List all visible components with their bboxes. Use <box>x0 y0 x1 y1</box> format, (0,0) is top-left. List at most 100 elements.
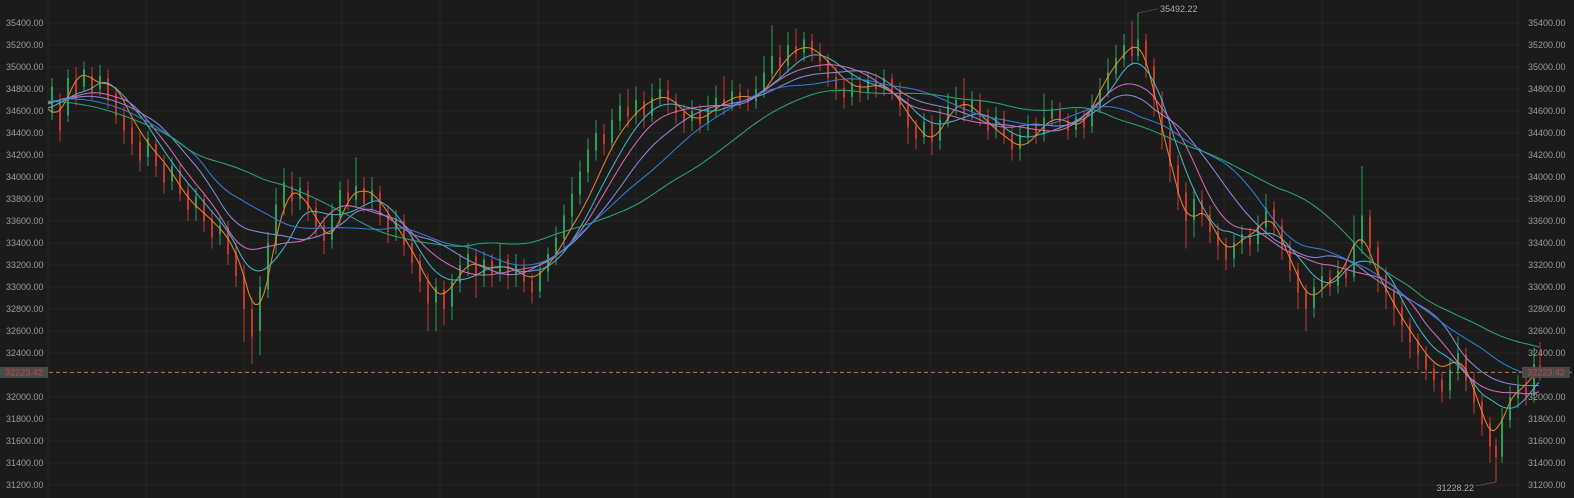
candle-body <box>1345 271 1347 279</box>
candle-body <box>1297 269 1299 293</box>
y-tick-label-left: 34600.00 <box>6 106 44 116</box>
candle-body <box>1027 124 1029 137</box>
y-tick-label-left: 35200.00 <box>6 40 44 50</box>
y-tick-label-right: 31400.00 <box>1528 458 1566 468</box>
high-price-label: 35492.22 <box>1160 4 1198 14</box>
candle-body <box>1409 324 1411 342</box>
y-tick-label-right: 33200.00 <box>1528 260 1566 270</box>
y-tick-label-left: 34200.00 <box>6 150 44 160</box>
y-tick-label-left: 35000.00 <box>6 62 44 72</box>
y-tick-label-right: 35000.00 <box>1528 62 1566 72</box>
candle-body <box>139 141 141 161</box>
y-tick-label-right: 32400.00 <box>1528 348 1566 358</box>
y-tick-label-left: 34000.00 <box>6 172 44 182</box>
low-marker: 31228.22 <box>1436 481 1497 493</box>
candle-body <box>643 101 645 117</box>
y-tick-label-right: 31200.00 <box>1528 480 1566 490</box>
candle-body <box>1369 216 1371 249</box>
candle-body <box>915 126 917 139</box>
candle-body <box>59 100 61 131</box>
candle-body <box>619 105 621 121</box>
candle-body <box>779 57 781 67</box>
right-price-tag: 32223.42 <box>1522 366 1570 378</box>
y-tick-label-right: 34600.00 <box>1528 106 1566 116</box>
candle-body <box>843 87 845 98</box>
candle-body <box>131 127 133 144</box>
y-tick-label-left: 31600.00 <box>6 436 44 446</box>
candle-body <box>1495 445 1497 458</box>
candle-body <box>787 45 789 66</box>
y-tick-label-left: 34400.00 <box>6 128 44 138</box>
candle-body <box>1393 291 1395 309</box>
left-price-tag-label: 32223.42 <box>5 367 43 377</box>
candle-body <box>51 86 53 114</box>
y-tick-label-right: 34200.00 <box>1528 150 1566 160</box>
candle-body <box>563 215 565 239</box>
moving-average-layer <box>47 46 1540 432</box>
y-tick-label-left: 32800.00 <box>6 304 44 314</box>
candle-body <box>771 56 773 74</box>
y-tick-label-right: 32600.00 <box>1528 326 1566 336</box>
y-tick-label-right: 35400.00 <box>1528 18 1566 28</box>
right-price-tag-label: 32223.42 <box>1527 367 1565 377</box>
candle-body <box>963 101 965 114</box>
y-tick-label-left: 32600.00 <box>6 326 44 336</box>
y-tick-label-right: 33800.00 <box>1528 194 1566 204</box>
candle-body <box>1501 419 1503 457</box>
low-price-label: 31228.22 <box>1436 483 1474 493</box>
candle-body <box>731 91 733 105</box>
candle-body <box>155 144 157 166</box>
right-price-axis: 35400.00 35200.00 35000.00 34800.00 34600.00… <box>1528 18 1566 490</box>
candle-body <box>1313 287 1315 308</box>
y-tick-label-left: 33400.00 <box>6 238 44 248</box>
high-marker: 35492.22 <box>1137 4 1198 14</box>
candle-body <box>595 133 597 151</box>
candle-body <box>339 190 341 217</box>
candle-body <box>835 76 837 89</box>
candle-body <box>83 69 85 87</box>
y-tick-label-left: 32000.00 <box>6 392 44 402</box>
y-tick-label-right: 34800.00 <box>1528 84 1566 94</box>
y-tick-label-right: 34400.00 <box>1528 128 1566 138</box>
candle-body <box>163 163 165 183</box>
y-tick-label-left: 33800.00 <box>6 194 44 204</box>
chart-canvas[interactable]: 35400.00 35200.00 35000.00 34800.00 34600.00… <box>0 0 1574 498</box>
y-tick-label-right: 33400.00 <box>1528 238 1566 248</box>
candle-body <box>371 190 373 202</box>
y-tick-label-right: 32800.00 <box>1528 304 1566 314</box>
candle-body <box>427 280 429 304</box>
candle-body <box>579 171 581 195</box>
left-price-axis: 35400.00 35200.00 35000.00 34800.00 34600.00… <box>6 18 44 490</box>
candle-body <box>475 256 477 276</box>
candle-body <box>811 40 813 54</box>
candle-body <box>251 309 253 337</box>
candle-body <box>571 193 573 217</box>
y-tick-label-left: 33200.00 <box>6 260 44 270</box>
candle-body <box>1321 276 1323 289</box>
candle-body <box>907 104 909 128</box>
y-tick-label-right: 31600.00 <box>1528 436 1566 446</box>
y-tick-label-right: 34000.00 <box>1528 172 1566 182</box>
moving-average-line-5 <box>47 78 1540 378</box>
moving-average-line-1 <box>47 46 1540 432</box>
candle-body <box>851 83 853 97</box>
candle-body <box>611 119 613 143</box>
y-tick-label-left: 33000.00 <box>6 282 44 292</box>
y-tick-label-left: 34800.00 <box>6 84 44 94</box>
candle-body <box>123 115 125 131</box>
candle-body <box>1185 192 1187 221</box>
candle-body <box>283 182 285 208</box>
y-tick-label-left: 31400.00 <box>6 458 44 468</box>
candle-body <box>1489 423 1491 447</box>
candle-body <box>187 190 189 210</box>
y-tick-label-right: 31800.00 <box>1528 414 1566 424</box>
candle-body <box>1305 291 1307 309</box>
candle-body <box>243 276 245 309</box>
price-chart[interactable]: 35400.00 35200.00 35000.00 34800.00 34600.00… <box>0 0 1574 498</box>
candle-body <box>443 289 445 309</box>
y-tick-label-right: 32000.00 <box>1528 392 1566 402</box>
candle-body <box>603 134 605 144</box>
y-tick-label-right: 33000.00 <box>1528 282 1566 292</box>
candle-body <box>259 287 261 331</box>
grid-layer <box>47 0 1522 498</box>
